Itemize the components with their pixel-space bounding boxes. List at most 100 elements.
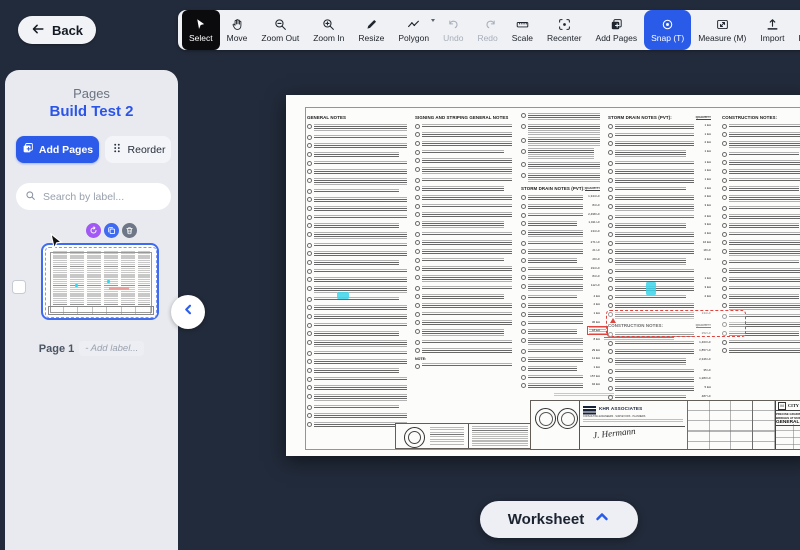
note-row: 11 EA — [521, 356, 600, 364]
ruler-icon — [516, 17, 529, 32]
note-row — [307, 314, 407, 321]
toolbar-item-measure[interactable]: Measure (M) — [691, 10, 753, 50]
note-row — [722, 160, 800, 167]
page-thumbnail[interactable] — [41, 243, 159, 320]
note-row: 1 EA — [608, 168, 711, 176]
note-row — [415, 257, 512, 264]
note-row: 84 LF — [521, 203, 600, 211]
toolbar-item-select[interactable]: Select — [182, 10, 220, 50]
note-row: 1,857 LF — [608, 348, 711, 356]
back-button-label: Back — [51, 22, 84, 38]
note-row — [307, 124, 407, 133]
note-row: 2 EA — [608, 257, 711, 267]
measure-icon — [716, 17, 729, 32]
toolbar-item-recenter[interactable]: Recenter — [540, 10, 589, 50]
note-row: 5 EA — [608, 385, 711, 393]
notes-column-storm-drain-1: STORM DRAIN NOTES (PVT): QUANTITY 1,344 LF… — [521, 113, 600, 437]
toolbar-item-add-pages[interactable]: Add Pages — [589, 10, 645, 50]
note-row — [307, 368, 407, 375]
note-row — [608, 269, 711, 275]
page-select-checkbox[interactable] — [12, 280, 26, 294]
hand-icon — [231, 17, 244, 32]
toolbar-item-resize[interactable]: Resize — [351, 10, 391, 50]
note-row — [722, 286, 800, 292]
note-row: 1 EA — [608, 186, 711, 193]
note-row — [415, 178, 512, 184]
red-markup-box[interactable] — [606, 310, 746, 337]
toolbar-item-label: Move — [226, 33, 248, 43]
thumbnail-rotate-button[interactable] — [86, 223, 101, 238]
cyan-highlight-annotation[interactable] — [646, 282, 656, 295]
pages-sidebar: Pages Build Test 2 Add Pages Reorder Pag — [5, 70, 178, 550]
arrow-left-icon — [31, 22, 45, 39]
note-row: 194 LF — [521, 266, 600, 273]
note-row: 2 EA — [608, 140, 711, 148]
note-row — [307, 251, 407, 258]
note-row — [722, 277, 800, 284]
note-row — [307, 169, 407, 176]
usa-stamp-icon — [404, 427, 425, 448]
note-row: 2,346 LF — [608, 357, 711, 367]
back-button[interactable]: Back — [18, 16, 96, 44]
note-label: NOTE: — [415, 357, 427, 362]
cyan-highlight-annotation[interactable] — [337, 292, 349, 299]
note-row — [722, 169, 800, 176]
toolbar-item-label: Zoom In — [313, 33, 345, 43]
toolbar-item-zoom-out[interactable]: Zoom Out — [254, 10, 306, 50]
toolbar-item-label: Add Pages — [595, 33, 638, 43]
note-row: 1,283 LF — [608, 376, 711, 384]
toolbar-item-snap[interactable]: Snap (T) — [644, 10, 692, 50]
note-row — [307, 143, 407, 150]
note-row — [415, 319, 512, 327]
note-row: 1 EA — [608, 132, 711, 139]
note-row — [415, 347, 512, 355]
note-row — [307, 260, 407, 267]
note-row — [415, 239, 512, 247]
note-row: 1 EA — [521, 365, 600, 373]
note-row — [415, 265, 512, 273]
add-pages-button-label: Add Pages — [38, 143, 94, 156]
thumbnail-delete-button[interactable] — [122, 223, 137, 238]
notes-section-header: SIGNING AND STRIPING GENERAL NOTES — [415, 115, 509, 120]
note-row — [722, 293, 800, 301]
reorder-button[interactable]: Reorder — [105, 136, 171, 163]
toolbar-item-polygon[interactable]: Polygon — [391, 10, 436, 50]
toolbar-item-label: Undo — [443, 33, 464, 43]
notes-column-construction: CONSTRUCTION NOTES: — [722, 113, 800, 437]
notes-section-header: CONSTRUCTION NOTES: — [722, 115, 778, 120]
search-box[interactable] — [16, 183, 171, 210]
note-row — [415, 232, 512, 238]
page-thumbnail-preview — [45, 247, 157, 318]
page-label: Page 1 — [38, 342, 75, 355]
note-row — [307, 215, 407, 221]
red-markup-tag — [587, 326, 608, 335]
add-pages-button[interactable]: Add Pages — [16, 136, 99, 163]
note-row: 2 EA — [521, 302, 600, 310]
toolbar-item-move[interactable]: Move — [220, 10, 255, 50]
toolbar-item-download[interactable]: Download — [791, 10, 800, 50]
toolbar-item-scale[interactable]: Scale — [505, 10, 540, 50]
sidebar-collapse-button[interactable] — [171, 295, 205, 329]
note-row — [307, 297, 407, 303]
thumbnail-duplicate-button[interactable] — [104, 223, 119, 238]
thumbnail-actions — [86, 223, 137, 238]
search-input[interactable] — [41, 189, 162, 204]
toolbar-item-redo: Redo — [470, 10, 504, 50]
note-row — [307, 385, 407, 392]
note-row — [415, 328, 512, 338]
firm-logo-icon — [583, 406, 596, 415]
engineer-seal-icon — [557, 408, 578, 429]
note-row — [521, 124, 600, 135]
toolbar-item-import[interactable]: Import — [753, 10, 791, 50]
document-sheet[interactable]: GENERAL NOTES SIGNING AND STRIPING GENER… — [286, 95, 800, 456]
note-row: 134 LF — [521, 229, 600, 239]
toolbar-item-zoom-in[interactable]: Zoom In — [306, 10, 351, 50]
note-row — [415, 286, 512, 292]
add-label-field[interactable]: - Add label... — [79, 341, 145, 356]
note-row: 16 EA — [608, 240, 711, 247]
note-row: 1 EA — [608, 160, 711, 167]
note-row — [722, 178, 800, 184]
red-markup-label — [604, 337, 674, 341]
worksheet-toggle-button[interactable]: Worksheet — [480, 501, 638, 538]
note-row — [307, 243, 407, 249]
